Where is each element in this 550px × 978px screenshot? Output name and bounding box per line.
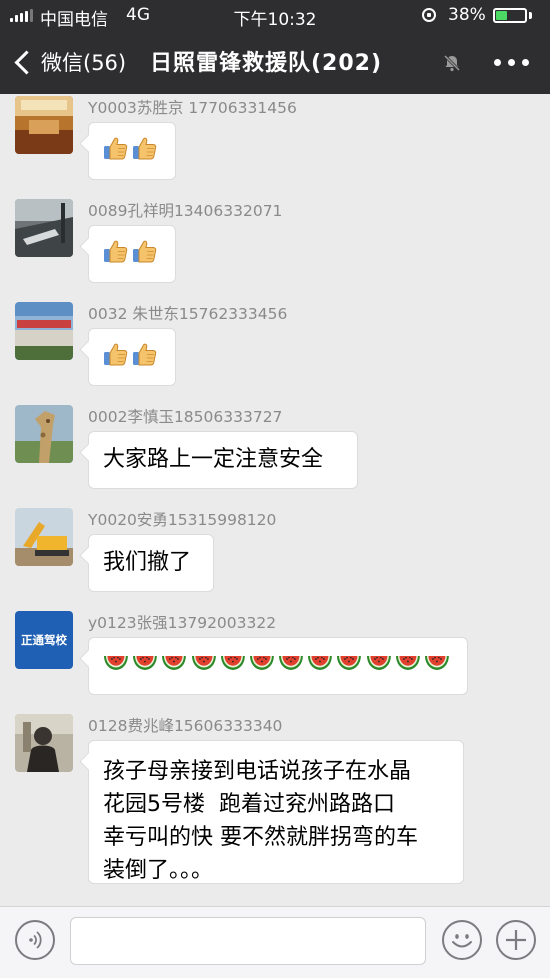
avatar[interactable] [15,302,73,360]
more-options-button[interactable] [494,58,530,68]
message-input[interactable] [70,917,426,965]
battery-tip [529,12,532,19]
avatar[interactable] [15,96,73,154]
emoji-row [103,655,453,671]
emoji-row [103,341,161,367]
message-text-line: 花园5号楼 跑着过兖州路路口 [103,792,395,817]
sender-name: 0032 朱世东15762333456 [88,305,288,323]
avatar[interactable] [15,508,73,566]
emoji-button[interactable] [442,920,482,960]
thumbs-up-icon [132,135,158,161]
watermelon-icon [395,655,421,671]
voice-icon [29,931,42,949]
chevron-left-icon [14,49,39,75]
sender-name: Y0003苏胜京 17706331456 [88,99,297,117]
orientation-lock-icon [422,8,436,22]
watermelon-icon [220,655,246,671]
avatar-text: 正通驾校 [21,633,67,647]
sender-name: y0123张强13792003322 [88,614,277,632]
message-bubble[interactable] [88,225,176,283]
watermelon-icon [132,655,158,671]
watermelon-icon [424,655,450,671]
status-bar: 中国电信 4G 下午10:32 38% [0,0,550,30]
chat-header: 微信(56) 日照雷锋救援队(202) [0,30,550,94]
message-bubble[interactable]: 孩子母亲接到电话说孩子在水晶 花园5号楼 跑着过兖州路路口 幸亏叫的快 要不然就… [88,740,464,884]
thumbs-up-icon [103,238,129,264]
sender-name: 0089孔祥明13406332071 [88,202,283,220]
emoji-row [103,135,161,161]
avatar[interactable] [15,714,73,772]
avatar[interactable] [15,405,73,463]
message-text-line: 孩子母亲接到电话说孩子在水晶 [103,759,412,784]
watermelon-icon [366,655,392,671]
message-bubble[interactable] [88,328,176,386]
watermelon-icon [336,655,362,671]
thumbs-up-icon [103,135,129,161]
battery-icon [493,8,527,23]
message-bubble[interactable]: 大家路上一定注意安全 [88,431,358,489]
message-bubble[interactable]: 我们撤了 [88,534,214,592]
back-label: 微信(56) [41,51,127,75]
message-text-line: 幸亏叫的快 要不然就胖拐弯的车 [103,825,418,850]
message-text: 大家路上一定注意安全 [103,447,324,472]
message-text: 我们撤了 [103,550,192,575]
mute-bell-icon [443,54,461,72]
watermelon-icon [278,655,304,671]
avatar[interactable]: 正通驾校 [15,611,73,669]
sender-name: 0128费兆峰15606333340 [88,717,283,735]
input-bar [0,906,550,978]
watermelon-icon [103,655,129,671]
message-bubble[interactable] [88,122,176,180]
emoji-icon [452,934,472,948]
back-button[interactable]: 微信(56) [12,46,126,78]
watermelon-icon [191,655,217,671]
thumbs-up-icon [132,341,158,367]
thumbs-up-icon [103,341,129,367]
watermelon-icon [249,655,275,671]
add-button[interactable] [496,920,536,960]
plus-icon [506,930,526,950]
message-bubble[interactable] [88,637,468,695]
battery-percent: 38% [448,5,486,25]
message-text-line: 装倒了。。。 [103,858,214,883]
emoji-row [103,238,161,264]
avatar[interactable] [15,199,73,257]
sender-name: 0002李慎玉18506333727 [88,408,283,426]
watermelon-icon [161,655,187,671]
sender-name: Y0020安勇15315998120 [88,511,277,529]
watermelon-icon [307,655,333,671]
thumbs-up-icon [132,238,158,264]
chat-title: 日照雷锋救援队(202) [150,51,383,76]
message-list[interactable]: Y0003苏胜京 17706331456 0089孔祥明13406332071 [0,94,550,906]
voice-button[interactable] [15,920,55,960]
